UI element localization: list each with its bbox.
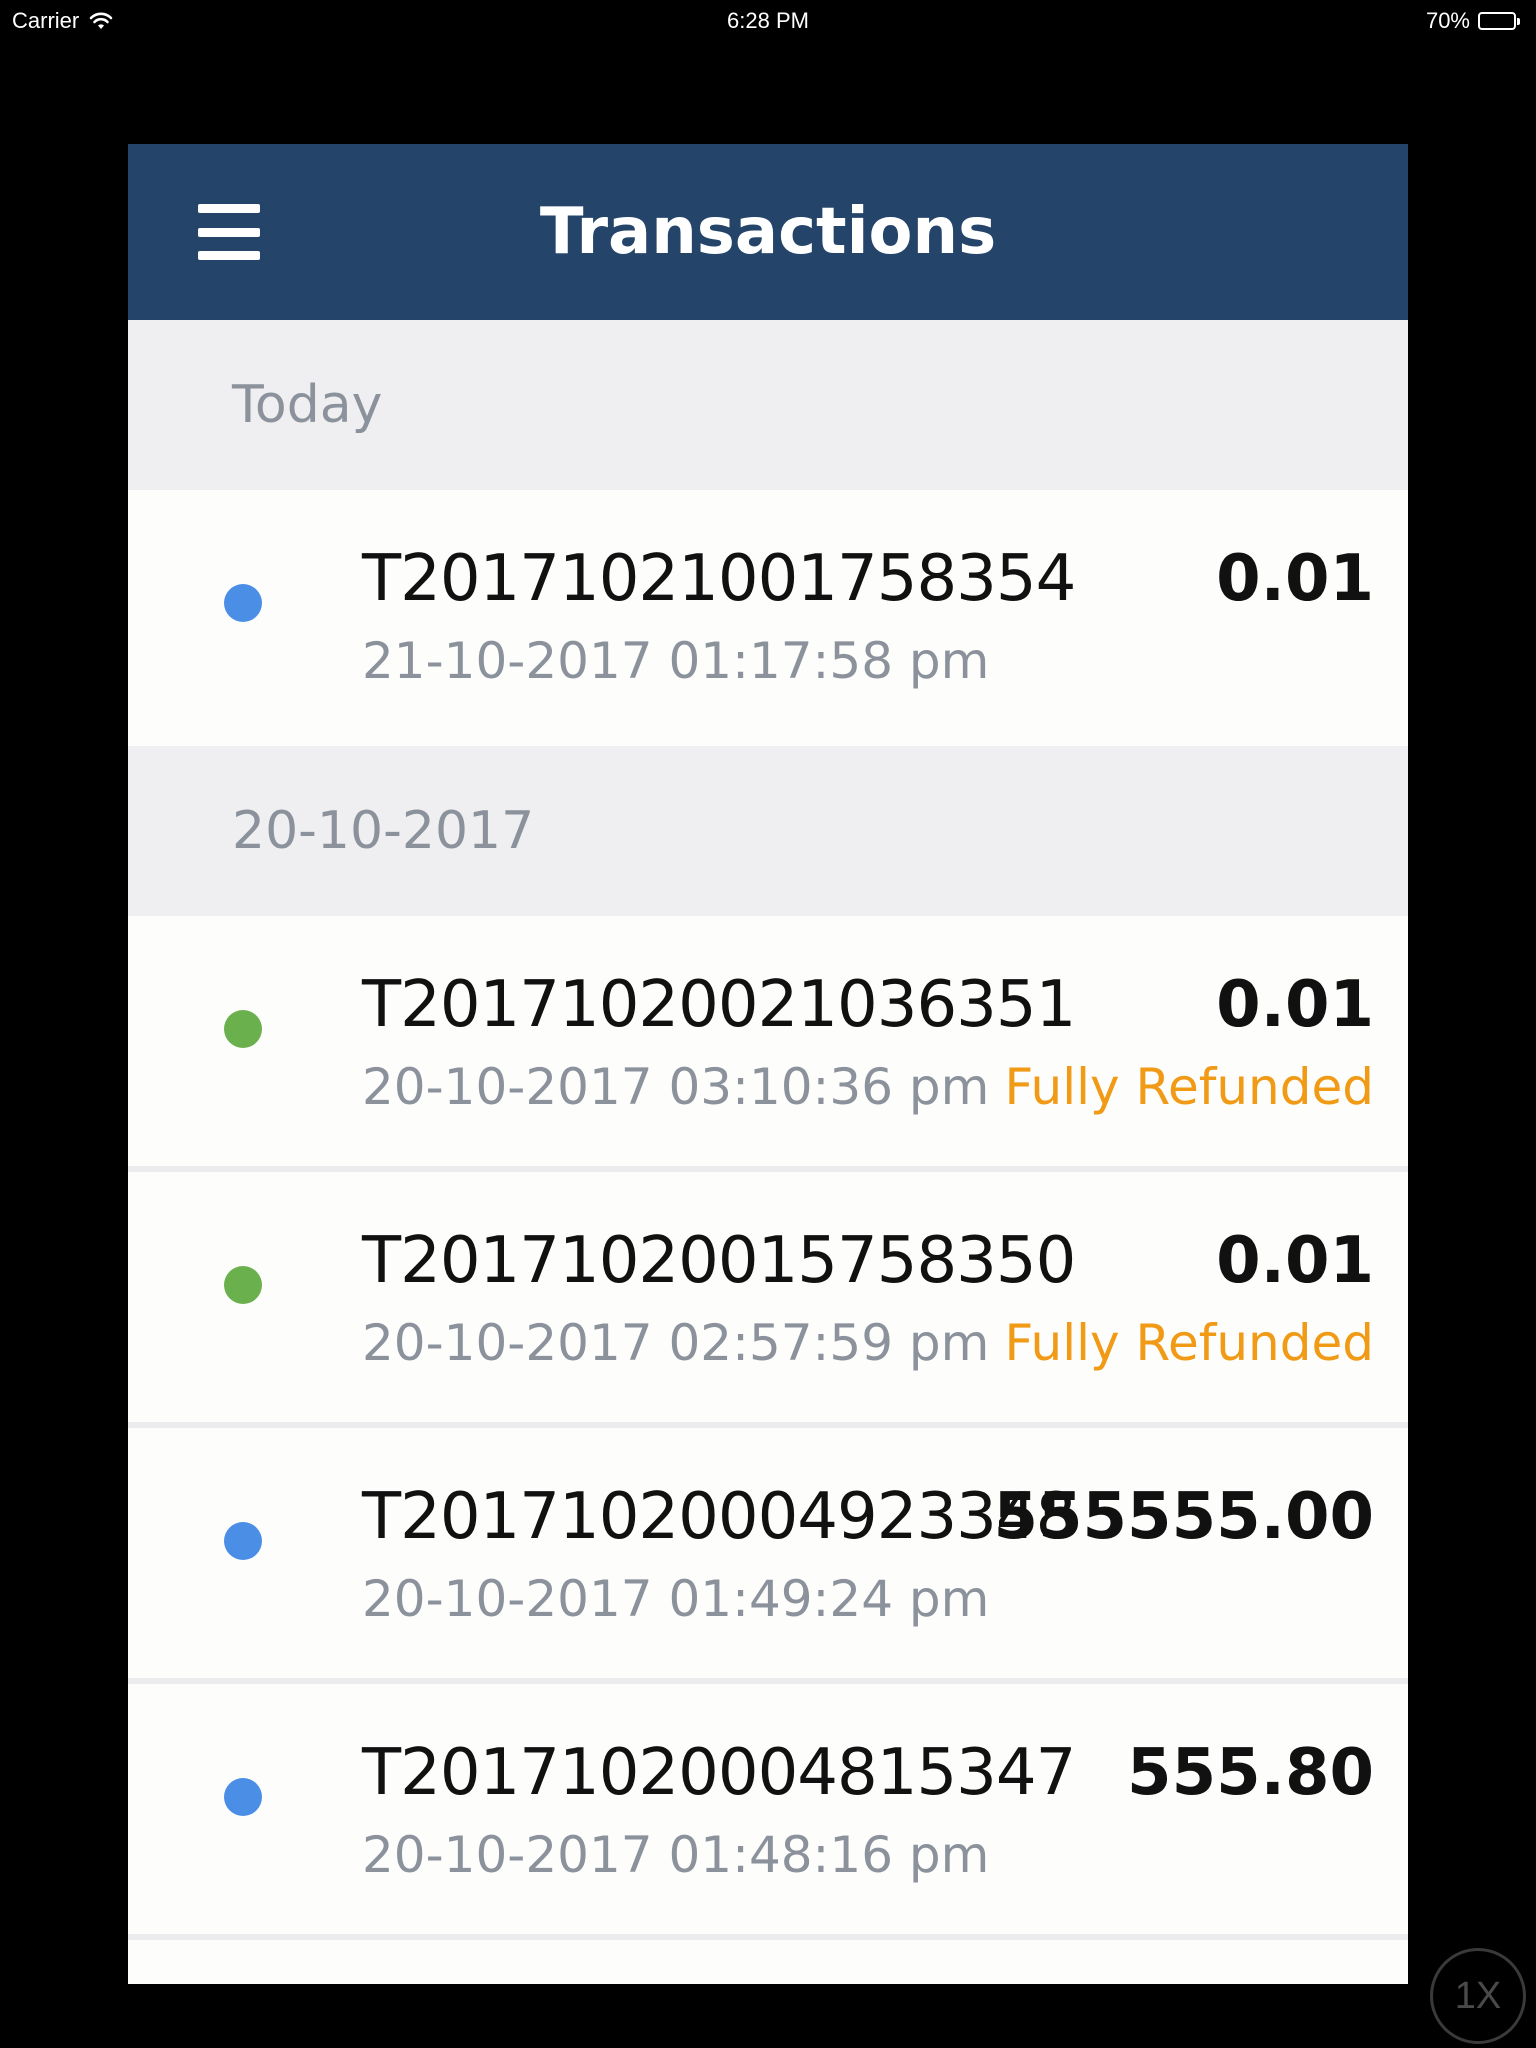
- transaction-amount: 0.01: [1216, 1224, 1374, 1298]
- transaction-row[interactable]: T20171020004815347 20-10-2017 01:48:16 pm…: [128, 1684, 1408, 1940]
- refund-status-label: Fully Refunded: [1004, 1058, 1374, 1116]
- transaction-datetime: 20-10-2017 03:10:36 pm: [362, 1058, 990, 1116]
- status-right: 70%: [1425, 8, 1520, 34]
- transaction-row[interactable]: T20171020004923348 20-10-2017 01:49:24 pm…: [128, 1428, 1408, 1684]
- section-header-label: 20-10-2017: [232, 801, 535, 861]
- transaction-amount: 555555.00: [993, 1480, 1374, 1554]
- transaction-amount: 555.80: [1127, 1736, 1374, 1810]
- battery-icon: [1478, 12, 1520, 30]
- transactions-screen: Transactions Today T20171021001758354 21-1…: [128, 144, 1408, 1984]
- transaction-row[interactable]: T20171020021036351 20-10-2017 03:10:36 pm…: [128, 916, 1408, 1172]
- transaction-amount: 0.01: [1216, 968, 1374, 1042]
- status-dot-icon: [224, 1266, 262, 1304]
- transaction-datetime: 20-10-2017 02:57:59 pm: [362, 1314, 990, 1372]
- status-time: 6:28 PM: [727, 8, 809, 33]
- transaction-list[interactable]: Today T20171021001758354 21-10-2017 01:17:…: [128, 320, 1408, 1940]
- status-bar: Carrier 6:28 PM 70%: [0, 0, 1536, 40]
- battery-percent: 70%: [1425, 8, 1470, 33]
- transaction-amount: 0.01: [1216, 542, 1374, 616]
- transaction-datetime: 21-10-2017 01:17:58 pm: [362, 632, 990, 690]
- transaction-id: T20171020015758350: [362, 1224, 1076, 1298]
- transaction-id: T20171021001758354: [362, 542, 1076, 616]
- refund-status-label: Fully Refunded: [1004, 1314, 1374, 1372]
- nav-bar: Transactions: [128, 144, 1408, 320]
- transaction-row[interactable]: T20171020015758350 20-10-2017 02:57:59 pm…: [128, 1172, 1408, 1428]
- transaction-id: T20171020021036351: [362, 968, 1076, 1042]
- speed-toggle-button[interactable]: 1X: [1430, 1948, 1526, 2044]
- transaction-id: T20171020004923348: [362, 1480, 1076, 1554]
- status-dot-icon: [224, 584, 262, 622]
- page-title: Transactions: [539, 195, 997, 269]
- transaction-datetime: 20-10-2017 01:49:24 pm: [362, 1570, 990, 1628]
- transaction-id: T20171020004815347: [362, 1736, 1076, 1810]
- section-header: 20-10-2017: [128, 746, 1408, 916]
- device-screen: Carrier 6:28 PM 70% Transactions Today T…: [0, 0, 1536, 2048]
- transaction-datetime: 20-10-2017 01:48:16 pm: [362, 1826, 990, 1884]
- status-dot-icon: [224, 1778, 262, 1816]
- section-header: Today: [128, 320, 1408, 490]
- status-dot-icon: [224, 1522, 262, 1560]
- transaction-row[interactable]: T20171021001758354 21-10-2017 01:17:58 pm…: [128, 490, 1408, 746]
- section-header-label: Today: [232, 375, 383, 435]
- status-dot-icon: [224, 1010, 262, 1048]
